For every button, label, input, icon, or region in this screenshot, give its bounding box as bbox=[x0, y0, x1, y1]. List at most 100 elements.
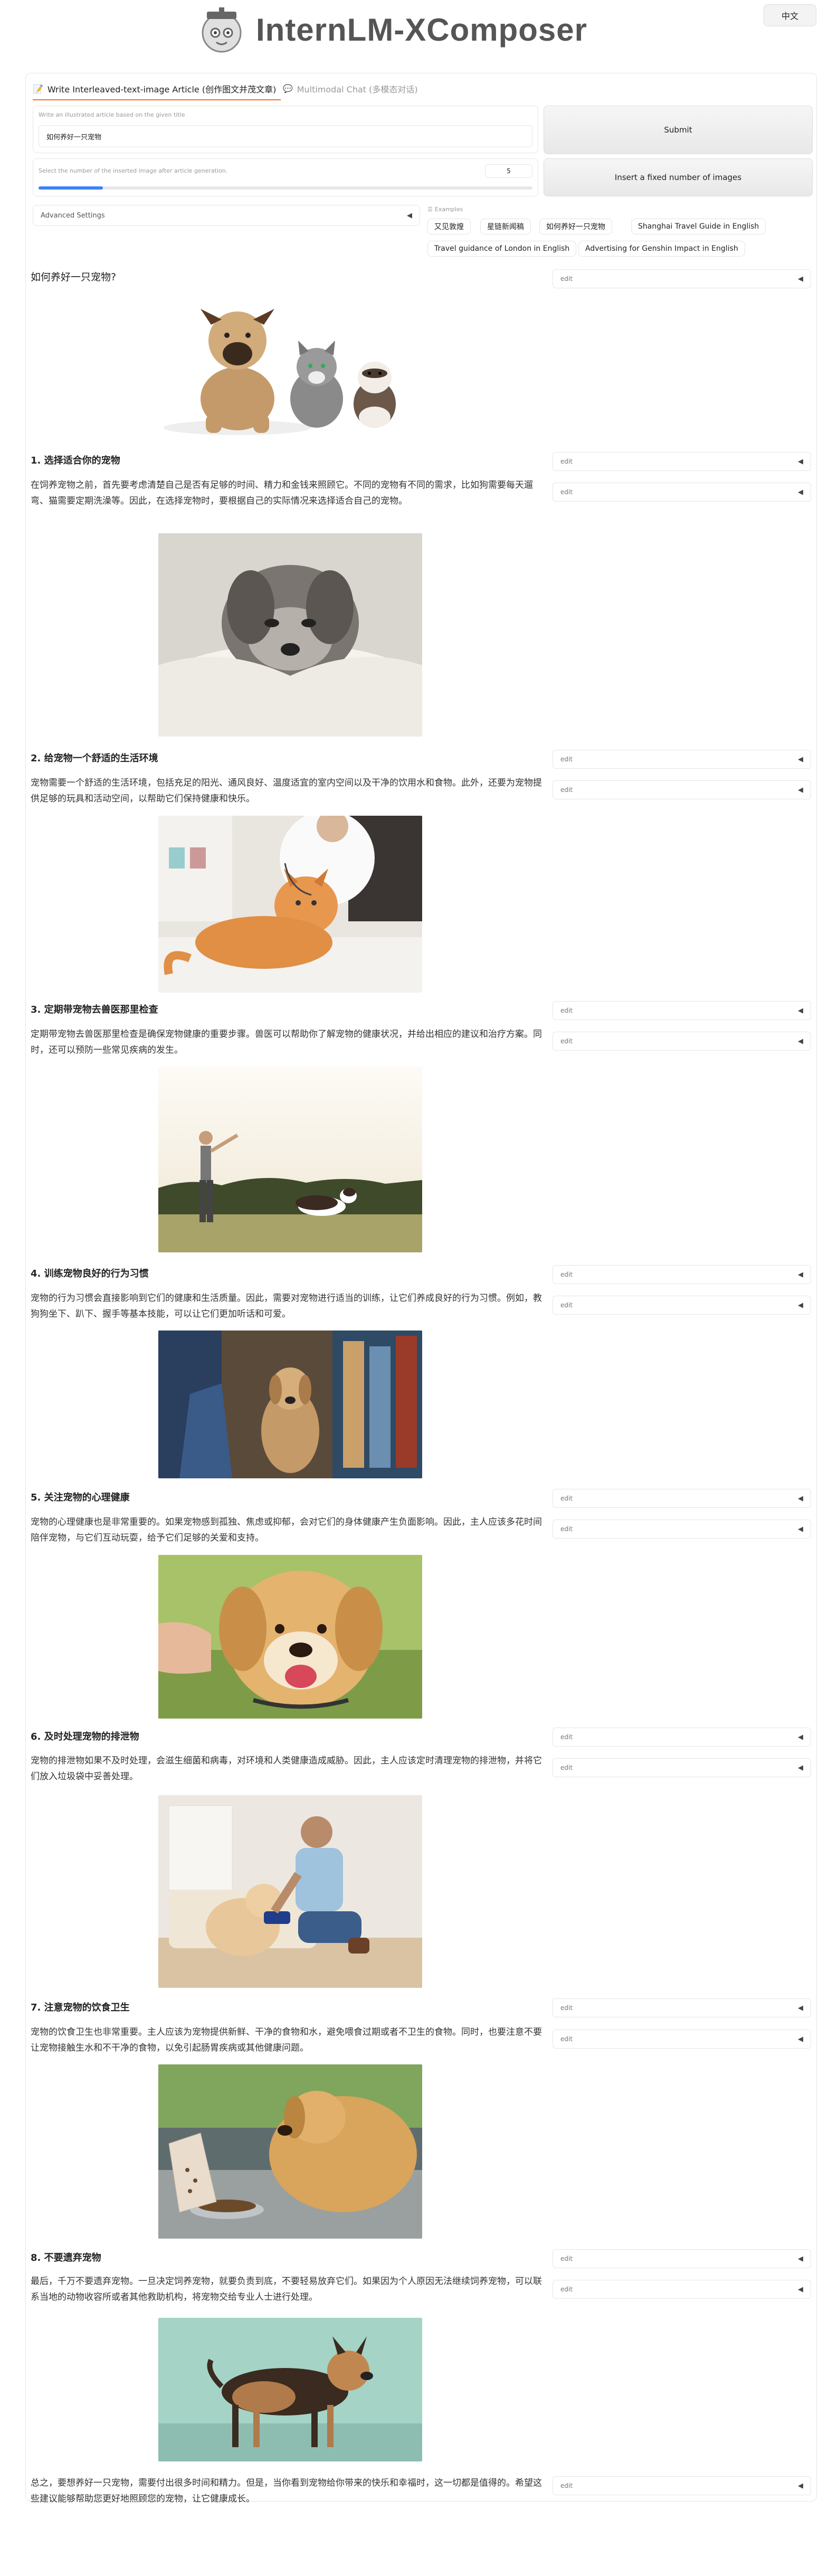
article-title: 如何养好一只宠物? bbox=[31, 271, 117, 283]
edit-select[interactable]: edit ◀ bbox=[553, 2476, 811, 2495]
example-chip[interactable]: 如何养好一只宠物 bbox=[539, 219, 612, 234]
man-training-dog-image bbox=[158, 1067, 422, 1252]
slider-track[interactable] bbox=[39, 186, 532, 190]
instruction-input[interactable]: 如何养好一只宠物 bbox=[39, 125, 532, 147]
caret-left-icon: ◀ bbox=[798, 1494, 803, 1503]
caret-left-icon: ◀ bbox=[798, 457, 803, 466]
examples-label: Examples bbox=[434, 206, 463, 213]
caret-left-icon: ◀ bbox=[798, 1733, 803, 1741]
edit-select[interactable]: edit ◀ bbox=[553, 2030, 811, 2049]
advanced-settings-accordion[interactable]: Advanced Settings ◀ bbox=[33, 205, 420, 226]
example-chip[interactable]: 星链新闻稿 bbox=[480, 219, 531, 234]
section-paragraph: 宠物的行为习惯会直接影响到它们的健康和生活质量。因此，需要对宠物进行适当的训练，… bbox=[31, 1293, 542, 1319]
edit-select[interactable]: edit ◀ bbox=[553, 2249, 811, 2268]
edit-select[interactable]: edit ◀ bbox=[553, 1001, 811, 1020]
dog-sitting-image bbox=[158, 1331, 422, 1478]
man-feeding-dog-image bbox=[158, 1795, 422, 1988]
edit-select[interactable]: edit ◀ bbox=[553, 1032, 811, 1051]
caret-left-icon: ◀ bbox=[798, 275, 803, 283]
caret-left-icon: ◀ bbox=[798, 1037, 803, 1045]
example-chip[interactable]: 又见敦煌 bbox=[427, 219, 471, 234]
app-title: InternLM-XComposer bbox=[256, 12, 588, 48]
edit-select[interactable]: edit ◀ bbox=[553, 1265, 811, 1284]
section-heading: 7. 注意宠物的饮食卫生 bbox=[31, 2002, 130, 2013]
edit-select-label: edit bbox=[560, 2035, 573, 2043]
tab-multimodal-chat[interactable]: 💬 Multimodal Chat (多模态对话) bbox=[283, 79, 418, 98]
caret-left-icon: ◀ bbox=[798, 2004, 803, 2012]
section-paragraph: 定期带宠物去兽医那里检查是确保宠物健康的重要步骤。兽医可以帮助你了解宠物的健康状… bbox=[31, 1029, 542, 1055]
examples-list: 又见敦煌 星链新闻稿 如何养好一只宠物 Shanghai Travel Guid… bbox=[427, 219, 813, 261]
caret-left-icon: ◀ bbox=[798, 1006, 803, 1015]
edit-select-label: edit bbox=[560, 756, 573, 763]
edit-select-label: edit bbox=[560, 1525, 573, 1533]
section-heading: 8. 不要遗弃宠物 bbox=[31, 2252, 101, 2263]
instruction-label: Write an illustrated article based on th… bbox=[39, 111, 185, 118]
section-paragraph: 宠物的心理健康也是非常重要的。如果宠物感到孤独、焦虑或抑郁，会对它们的身体健康产… bbox=[31, 1517, 542, 1543]
advanced-settings-label: Advanced Settings bbox=[41, 211, 105, 220]
edit-select-label: edit bbox=[560, 458, 573, 465]
edit-select-label: edit bbox=[560, 2255, 573, 2262]
edit-select-label: edit bbox=[560, 275, 573, 282]
caret-left-icon: ◀ bbox=[798, 2285, 803, 2294]
slider-fill bbox=[39, 186, 103, 190]
edit-select-label: edit bbox=[560, 1733, 573, 1741]
chat-icon: 💬 bbox=[283, 84, 293, 93]
caret-left-icon: ◀ bbox=[798, 488, 803, 496]
dog-food-bowl-image bbox=[158, 2064, 422, 2239]
edit-select[interactable]: edit ◀ bbox=[553, 1998, 811, 2017]
section-heading: 1. 选择适合你的宠物 bbox=[31, 455, 120, 466]
edit-select-label: edit bbox=[560, 1037, 573, 1045]
section-heading: 5. 关注宠物的心理健康 bbox=[31, 1492, 130, 1503]
edit-select[interactable]: edit ◀ bbox=[553, 269, 811, 288]
edit-select[interactable]: edit ◀ bbox=[553, 1758, 811, 1777]
section-heading: 6. 及时处理宠物的排泄物 bbox=[31, 1731, 139, 1742]
caret-left-icon: ◀ bbox=[798, 2035, 803, 2043]
tab-write-article[interactable]: 📝 Write Interleaved-text-image Article (… bbox=[33, 79, 276, 98]
example-chip[interactable]: Advertising for Genshin Impact in Englis… bbox=[578, 241, 745, 257]
edit-select[interactable]: edit ◀ bbox=[553, 1489, 811, 1508]
section-paragraph: 在饲养宠物之前，首先要考虑清楚自己是否有足够的时间、精力和金钱来照顾它。不同的宠… bbox=[31, 480, 533, 506]
conclusion-paragraph: 总之，要想养好一只宠物，需要付出很多时间和精力。但是，当你看到宠物给你带来的快乐… bbox=[31, 2478, 542, 2504]
slider-panel: Select the number of the inserted image … bbox=[33, 158, 538, 196]
edit-select[interactable]: edit ◀ bbox=[553, 1520, 811, 1539]
edit-select-label: edit bbox=[560, 1271, 573, 1278]
tab-multimodal-chat-label: Multimodal Chat (多模态对话) bbox=[297, 84, 418, 95]
section-paragraph: 宠物的饮食卫生也非常重要。主人应该为宠物提供新鲜、干净的食物和水，避免喂食过期或… bbox=[31, 2027, 542, 2053]
insert-images-button[interactable]: Insert a fixed number of images bbox=[544, 158, 813, 196]
edit-select-label: edit bbox=[560, 2286, 573, 2293]
caret-left-icon: ◀ bbox=[798, 1270, 803, 1279]
edit-select[interactable]: edit ◀ bbox=[553, 2280, 811, 2299]
section-paragraph: 宠物的排泄物如果不及时处理，会滋生细菌和病毒，对环境和人类健康造成威胁。因此，主… bbox=[31, 1756, 542, 1782]
edit-select-label: edit bbox=[560, 1764, 573, 1771]
sleeping-dog-image bbox=[158, 533, 422, 737]
active-tab-underline bbox=[33, 99, 281, 100]
edit-select-label: edit bbox=[560, 488, 573, 496]
edit-select[interactable]: edit ◀ bbox=[553, 780, 811, 799]
caret-left-icon: ◀ bbox=[798, 1525, 803, 1533]
caret-left-icon: ◀ bbox=[798, 2481, 803, 2490]
caret-left-icon: ◀ bbox=[798, 2254, 803, 2263]
edit-select-label: edit bbox=[560, 2004, 573, 2012]
edit-select[interactable]: edit ◀ bbox=[553, 750, 811, 769]
caret-left-icon: ◀ bbox=[407, 211, 412, 220]
submit-button[interactable]: Submit bbox=[544, 106, 813, 154]
tab-write-article-label: Write Interleaved-text-image Article (创作… bbox=[47, 84, 277, 95]
stray-dog-image bbox=[158, 2318, 422, 2461]
slider-number-input[interactable]: 5 bbox=[485, 164, 532, 178]
edit-select[interactable]: edit ◀ bbox=[553, 452, 811, 471]
instruction-panel: Write an illustrated article based on th… bbox=[33, 106, 538, 153]
example-chip[interactable]: Travel guidance of London in English bbox=[427, 241, 577, 257]
happy-dog-image bbox=[158, 1555, 422, 1719]
edit-select[interactable]: edit ◀ bbox=[553, 1296, 811, 1315]
hero-pets-image bbox=[158, 293, 409, 441]
example-chip[interactable]: Shanghai Travel Guide in English bbox=[631, 219, 766, 234]
edit-select[interactable]: edit ◀ bbox=[553, 1728, 811, 1747]
app-logo bbox=[195, 6, 248, 54]
edit-select[interactable]: edit ◀ bbox=[553, 483, 811, 502]
language-toggle-button[interactable]: 中文 bbox=[764, 4, 816, 26]
edit-select-label: edit bbox=[560, 786, 573, 794]
caret-left-icon: ◀ bbox=[798, 1301, 803, 1309]
section-paragraph: 最后，千万不要遗弃宠物。一旦决定饲养宠物，就要负责到底，不要轻易放弃它们。如果因… bbox=[31, 2276, 542, 2303]
caret-left-icon: ◀ bbox=[798, 1763, 803, 1772]
section-heading: 3. 定期带宠物去兽医那里检查 bbox=[31, 1004, 158, 1015]
